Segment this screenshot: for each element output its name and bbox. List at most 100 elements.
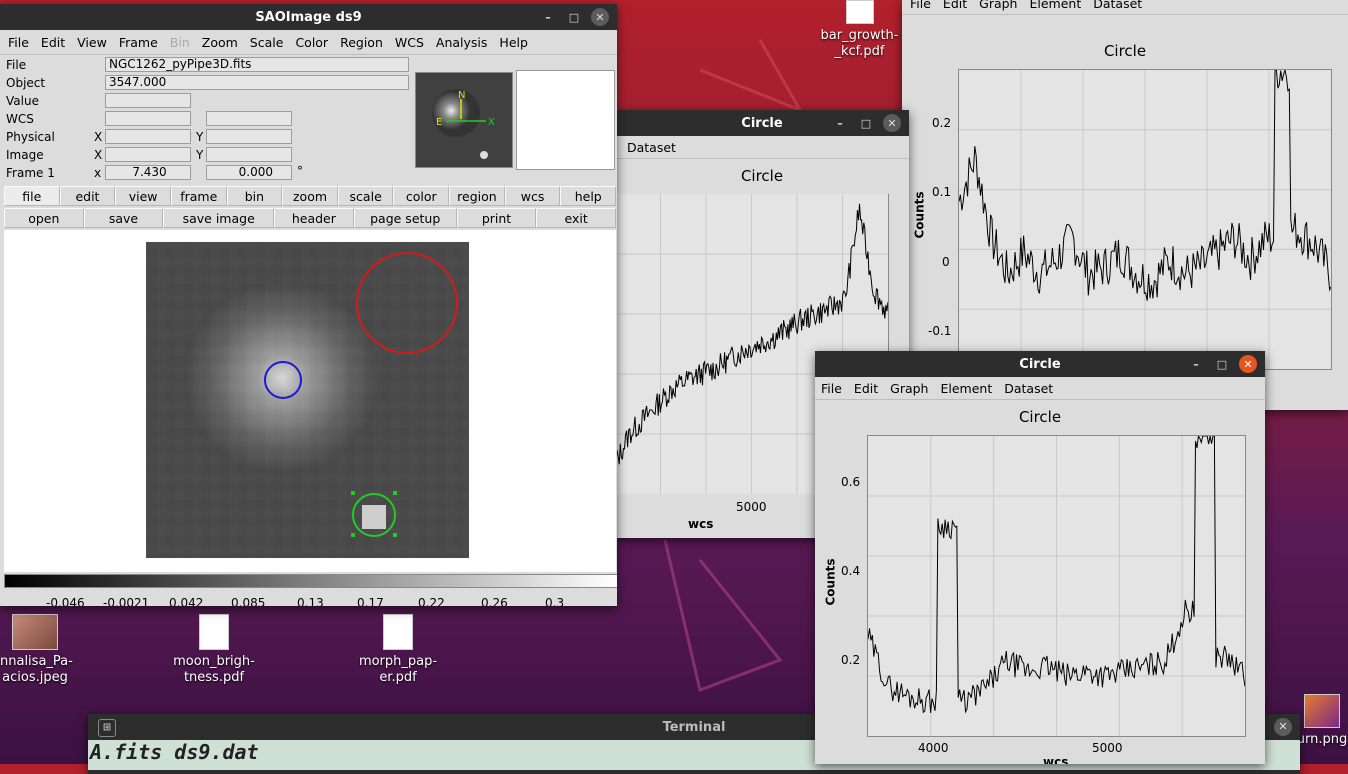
colorbar-tick: -0.046: [46, 596, 85, 606]
y-tick: 0: [942, 255, 950, 269]
y-tick: 0.2: [932, 116, 952, 130]
plot-canvas[interactable]: [958, 68, 1332, 370]
button-bar-bottom: open save save image header page setup p…: [4, 208, 616, 228]
wcs-field-2: [206, 111, 292, 126]
btn-zoom[interactable]: zoom: [282, 186, 338, 206]
btn-help[interactable]: help: [560, 186, 617, 206]
menu-help[interactable]: Help: [493, 35, 534, 50]
menu-element[interactable]: Element: [1023, 0, 1087, 11]
frame-label: Frame 1: [6, 166, 55, 180]
close-icon[interactable]: ✕: [1274, 718, 1292, 736]
btn-color[interactable]: color: [393, 186, 450, 206]
btn-file[interactable]: file: [4, 186, 60, 206]
image-label: Image: [6, 148, 44, 162]
close-icon[interactable]: ✕: [591, 8, 609, 26]
minimize-icon[interactable]: –: [831, 114, 849, 132]
menu-frame[interactable]: Frame: [113, 35, 164, 50]
btn-bin[interactable]: bin: [226, 186, 283, 206]
ds9-titlebar[interactable]: SAOImage ds9 – □ ✕: [0, 4, 617, 30]
value-field: [105, 93, 191, 108]
image-canvas[interactable]: [4, 230, 616, 572]
colorbar-tick: -0.0021: [103, 596, 150, 606]
desktop-icon-photo[interactable]: nnalisa_Pa- acios.jpeg: [0, 614, 73, 686]
desktop-icon-label: morph_pap- er.pdf: [358, 654, 438, 685]
desktop-icon-bar-growth[interactable]: bar_growth- _kcf.pdf: [812, 0, 907, 60]
minimize-icon[interactable]: –: [539, 8, 557, 26]
plot-title: Circle: [1103, 42, 1147, 60]
ds9-window[interactable]: SAOImage ds9 – □ ✕ File Edit View Frame …: [0, 4, 617, 606]
minimize-icon[interactable]: –: [1187, 355, 1205, 373]
menu-edit[interactable]: Edit: [937, 0, 973, 11]
desktop-icon-moon[interactable]: moon_brigh- tness.pdf: [168, 614, 260, 686]
menu-scale[interactable]: Scale: [244, 35, 290, 50]
colorbar-tick: 0.042: [169, 596, 204, 606]
wcs-label: WCS: [6, 112, 34, 126]
panner-e: E: [436, 117, 442, 128]
btn-open[interactable]: open: [4, 208, 84, 228]
image-x-field: [105, 147, 191, 162]
menu-color[interactable]: Color: [289, 35, 334, 50]
plot-titlebar[interactable]: Circle – □ ✕: [815, 351, 1265, 377]
frame-x-label: x: [94, 166, 102, 180]
physical-label: Physical: [6, 130, 55, 144]
menu-edit[interactable]: Edit: [35, 35, 71, 50]
plot-canvas[interactable]: [867, 434, 1246, 737]
maximize-icon[interactable]: □: [1213, 355, 1231, 373]
menu-graph[interactable]: Graph: [884, 381, 934, 396]
menu-dataset[interactable]: Dataset: [1087, 0, 1148, 11]
menu-edit[interactable]: Edit: [848, 381, 884, 396]
panner[interactable]: N E X: [415, 72, 513, 168]
image-x-label: X: [94, 148, 103, 162]
menu-view[interactable]: View: [71, 35, 113, 50]
wcs-field-1: [105, 111, 191, 126]
image-y-field: [206, 147, 292, 162]
menu-dataset[interactable]: Dataset: [998, 381, 1059, 396]
maximize-icon[interactable]: □: [857, 114, 875, 132]
close-icon[interactable]: ✕: [1239, 355, 1257, 373]
btn-view[interactable]: view: [115, 186, 171, 206]
btn-header[interactable]: header: [274, 208, 354, 228]
desktop-icon-morph[interactable]: morph_pap- er.pdf: [352, 614, 444, 686]
panner-svg: N E X: [416, 73, 512, 167]
btn-edit[interactable]: edit: [59, 186, 116, 206]
degree-symbol: °: [297, 164, 303, 178]
menu-graph[interactable]: Graph: [973, 0, 1023, 11]
maximize-icon[interactable]: □: [565, 8, 583, 26]
menu-wcs[interactable]: WCS: [389, 35, 430, 50]
x-tick: 4000: [918, 741, 949, 755]
btn-save[interactable]: save: [83, 208, 164, 228]
menu-dataset[interactable]: Dataset: [621, 140, 682, 155]
btn-scale[interactable]: scale: [337, 186, 394, 206]
colorbar-tick: 0.3: [545, 596, 565, 606]
y-tick: 0.6: [841, 475, 861, 489]
btn-print[interactable]: print: [456, 208, 537, 228]
plot-window-right[interactable]: File Edit Graph Element Dataset Circle 0…: [902, 0, 1348, 410]
menu-region[interactable]: Region: [334, 35, 389, 50]
desktop-icon-png[interactable]: urn.png: [1296, 694, 1348, 748]
plot-titlebar[interactable]: Circle – □ ✕: [615, 110, 909, 136]
btn-save-image[interactable]: save image: [163, 208, 275, 228]
new-tab-icon[interactable]: ⊞: [98, 719, 116, 737]
menu-file[interactable]: File: [904, 0, 937, 11]
pdf-icon: [383, 614, 413, 650]
desktop-icon-label: urn.png: [1296, 732, 1348, 747]
plot-menubar: File Edit Graph Element Dataset: [902, 0, 1348, 15]
close-icon[interactable]: ✕: [883, 114, 901, 132]
colorbar[interactable]: [4, 574, 617, 588]
plot-window-front[interactable]: Circle – □ ✕ File Edit Graph Element Dat…: [815, 351, 1265, 764]
image-svg: [146, 242, 469, 558]
btn-page-setup[interactable]: page setup: [353, 208, 457, 228]
btn-frame[interactable]: frame: [170, 186, 227, 206]
menu-zoom[interactable]: Zoom: [196, 35, 244, 50]
btn-exit[interactable]: exit: [536, 208, 616, 228]
btn-region[interactable]: region: [449, 186, 505, 206]
physical-y-field: [206, 129, 292, 144]
menu-analysis[interactable]: Analysis: [430, 35, 494, 50]
file-value: NGC1262_pyPipe3D.fits: [105, 57, 409, 72]
menu-file[interactable]: File: [2, 35, 35, 50]
menu-element[interactable]: Element: [934, 381, 998, 396]
menu-file[interactable]: File: [815, 381, 848, 396]
file-label: File: [6, 58, 27, 72]
btn-wcs[interactable]: wcs: [504, 186, 561, 206]
plot-title: Circle: [1018, 408, 1062, 426]
